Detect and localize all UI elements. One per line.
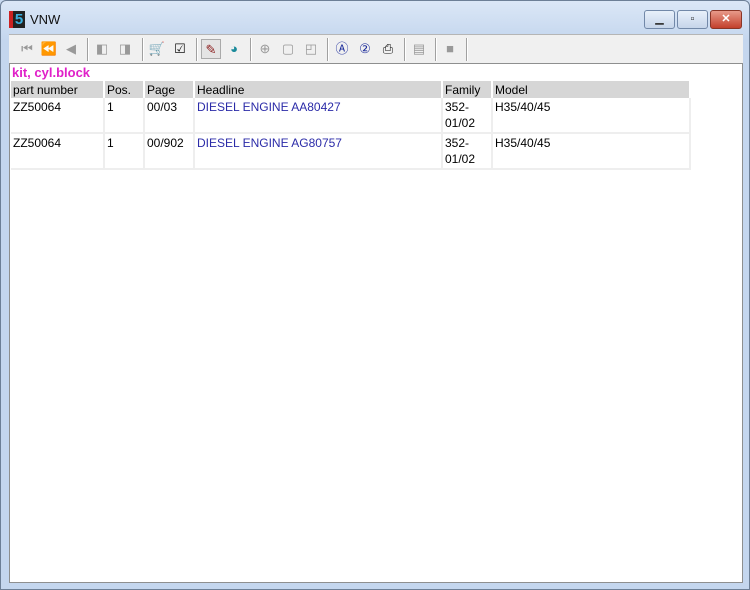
first-record-button[interactable]: ⏮ xyxy=(17,39,37,59)
zoom-icon: ⊕ xyxy=(259,41,271,56)
forward-doc-icon: ◨ xyxy=(118,41,132,56)
stop-button[interactable]: ■ xyxy=(440,39,460,59)
toolbar: ⏮ ⏪ ◀ ◧ ◨ 🛒 ☑ ✎ ◕ ⊕ ▢ ◰ Ⓐ ② ⎙ ▤ ■ xyxy=(9,34,743,63)
globe-button[interactable]: ◕ xyxy=(224,39,244,59)
checklist-button[interactable]: ☑ xyxy=(170,39,190,59)
toolbar-separator xyxy=(196,38,198,61)
headline-cell[interactable]: DIESEL ENGINE AA80427 xyxy=(194,98,443,134)
family-cell: 352- 01/02 xyxy=(442,133,493,170)
parts-table: part number Pos. Page Headline Family Mo… xyxy=(11,81,691,170)
search-a-button[interactable]: Ⓐ xyxy=(332,39,352,59)
app-logo-icon: 5 xyxy=(9,10,25,28)
back-doc-icon: ◧ xyxy=(95,41,109,56)
column-header[interactable]: Headline xyxy=(194,81,443,98)
search-2-icon: ② xyxy=(359,41,371,56)
title-bar: 5 VNW xyxy=(9,9,60,29)
part-number-cell: ZZ50064 xyxy=(11,98,105,134)
search-2-button[interactable]: ② xyxy=(355,39,375,59)
column-header[interactable]: Pos. xyxy=(104,81,145,98)
toolbar-separator xyxy=(87,38,89,61)
page-icon: ▢ xyxy=(281,41,295,56)
toolbar-separator xyxy=(327,38,329,61)
page-fold-icon: ◰ xyxy=(304,41,318,56)
table-row[interactable]: ZZ50064 1 00/902 DIESEL ENGINE AG80757 352- … xyxy=(11,133,691,170)
previous-record-button[interactable]: ◀ xyxy=(61,39,81,59)
maximize-button[interactable]: ▫ xyxy=(677,10,708,29)
previous-page-button[interactable]: ⏪ xyxy=(39,39,59,59)
first-record-icon: ⏮ xyxy=(21,41,33,56)
previous-record-icon: ◀ xyxy=(66,41,76,56)
page-button[interactable]: ▢ xyxy=(278,39,298,59)
previous-page-icon: ⏪ xyxy=(40,41,58,56)
result-caption: kit, cyl.block xyxy=(12,65,91,80)
globe-icon: ◕ xyxy=(230,41,238,56)
headline-cell[interactable]: DIESEL ENGINE AG80757 xyxy=(194,133,443,170)
page-fold-button[interactable]: ◰ xyxy=(301,39,321,59)
cart-icon: 🛒 xyxy=(148,41,166,56)
page-cell: 00/03 xyxy=(144,98,195,134)
minimize-button[interactable]: ▁ xyxy=(644,10,675,29)
toolbar-separator xyxy=(435,38,437,61)
model-cell: H35/40/45 xyxy=(492,98,691,134)
toolbar-separator xyxy=(250,38,252,61)
toolbar-separator xyxy=(404,38,406,61)
notes-icon: ▤ xyxy=(412,41,426,56)
column-header[interactable]: Model xyxy=(492,81,691,98)
search-a-icon: Ⓐ xyxy=(335,41,349,56)
results-panel: kit, cyl.block part number Pos. Page Hea… xyxy=(9,63,743,583)
checklist-icon: ☑ xyxy=(174,41,186,56)
page-cell: 00/902 xyxy=(144,133,195,170)
print-icon: ⎙ xyxy=(382,41,394,56)
zoom-button[interactable]: ⊕ xyxy=(255,39,275,59)
stop-icon: ■ xyxy=(446,41,454,56)
table-row[interactable]: ZZ50064 1 00/03 DIESEL ENGINE AA80427 352- 0… xyxy=(11,98,691,134)
column-header[interactable]: Page xyxy=(144,81,195,98)
tools-icon: ✎ xyxy=(205,42,217,57)
pos-cell: 1 xyxy=(104,133,145,170)
window-title: VNW xyxy=(30,11,61,27)
tools-button[interactable]: ✎ xyxy=(201,39,221,59)
part-number-cell: ZZ50064 xyxy=(11,133,105,170)
toolbar-separator xyxy=(142,38,144,61)
forward-doc-button[interactable]: ◨ xyxy=(115,39,135,59)
print-button[interactable]: ⎙ xyxy=(378,39,398,59)
app-window: 5 VNW ▁ ▫ ✕ ⏮ ⏪ ◀ ◧ ◨ 🛒 ☑ ✎ ◕ ⊕ ▢ ◰ Ⓐ ② ⎙ ▤ ■ kit, cyl.b… xyxy=(0,0,750,590)
notes-button[interactable]: ▤ xyxy=(409,39,429,59)
column-header[interactable]: Family xyxy=(442,81,493,98)
toolbar-separator xyxy=(466,38,468,61)
column-header[interactable]: part number xyxy=(11,81,105,98)
pos-cell: 1 xyxy=(104,98,145,134)
model-cell: H35/40/45 xyxy=(492,133,691,170)
cart-button[interactable]: 🛒 xyxy=(147,39,167,59)
back-doc-button[interactable]: ◧ xyxy=(92,39,112,59)
family-cell: 352- 01/02 xyxy=(442,98,493,134)
close-button[interactable]: ✕ xyxy=(710,10,742,29)
